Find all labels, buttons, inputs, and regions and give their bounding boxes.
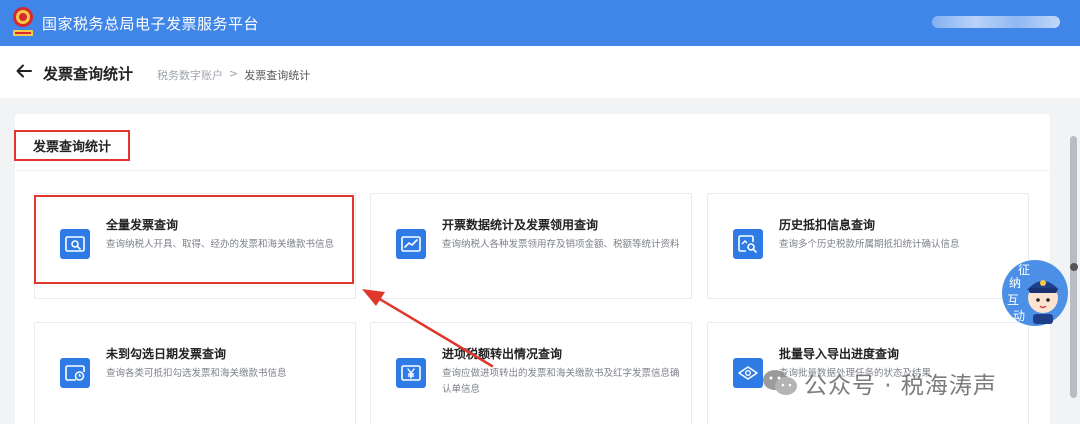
arrow-head-icon	[362, 289, 385, 306]
interaction-mascot-icon[interactable]: 征 纳 互 动	[1000, 258, 1070, 328]
mascot-char-dong: 动	[1013, 309, 1025, 323]
mascot-char-hu: 互	[1007, 293, 1019, 307]
mascot-char-na: 纳	[1009, 276, 1021, 290]
annotation-arrow	[362, 289, 494, 368]
watermark: 公众号 · 税海涛声	[762, 366, 997, 400]
scrollbar-indicator	[1070, 263, 1078, 271]
mascot-char-zheng: 征	[1018, 263, 1030, 277]
watermark-text: 公众号 · 税海涛声	[804, 373, 997, 399]
wechat-icon	[763, 370, 797, 395]
